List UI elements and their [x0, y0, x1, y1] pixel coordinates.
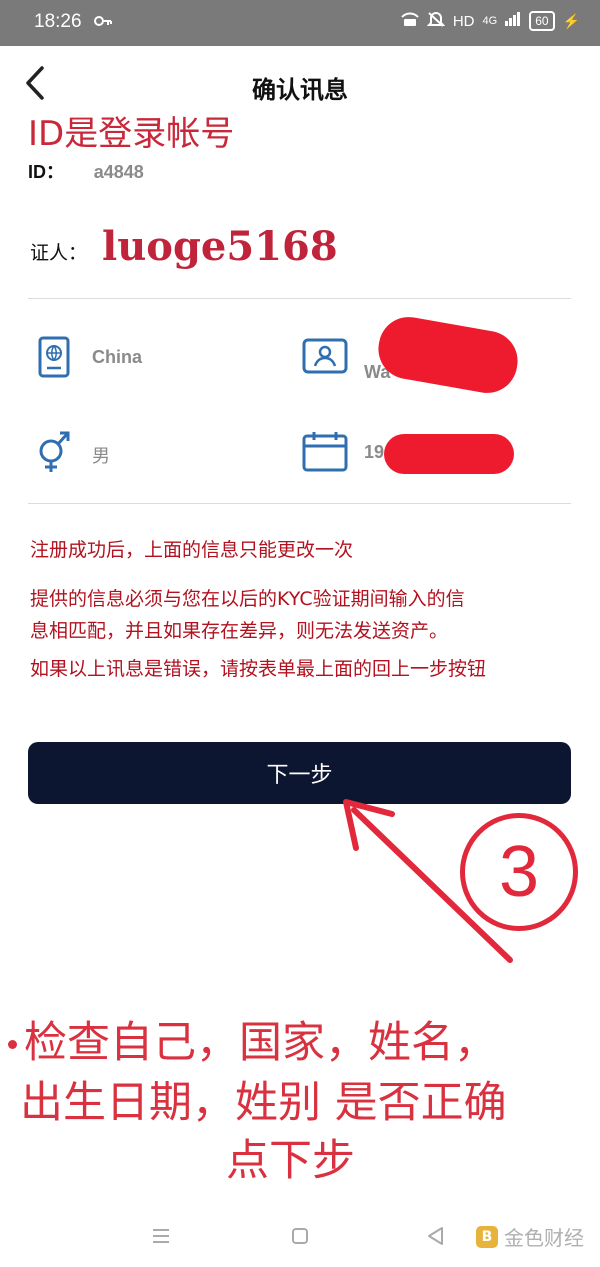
divider — [28, 503, 571, 504]
redaction-mark — [384, 434, 514, 474]
witness-value: luoge5168 — [102, 223, 338, 270]
step-number-badge: 3 — [460, 813, 578, 931]
annotation-id-note: ID是登录帐号 — [28, 114, 235, 154]
battery-level: 60 — [529, 11, 555, 31]
status-icons: HD 4G 60 ⚡ — [401, 11, 580, 31]
vpn-icon — [401, 11, 419, 31]
network-type: HD — [452, 12, 475, 30]
annotation-line: 点下步 — [226, 1136, 355, 1186]
key-icon — [94, 15, 112, 31]
status-time: 18:26 — [34, 11, 82, 32]
back-nav-icon[interactable] — [426, 1225, 446, 1247]
annotation-line: 检查自己，国家，姓名， — [24, 1018, 497, 1068]
mute-icon — [426, 11, 446, 31]
gender-value: 男 — [92, 446, 110, 466]
passport-icon — [38, 336, 70, 382]
redaction-mark — [373, 312, 523, 398]
watermark: B 金色财经 — [476, 1222, 584, 1251]
annotation-line: 出生日期，姓别 是否正确 — [20, 1078, 507, 1128]
birth-value: 19 — [364, 442, 385, 462]
divider — [28, 298, 571, 299]
country-value: China — [92, 347, 143, 367]
annotation-dot — [8, 1040, 17, 1049]
home-icon[interactable] — [290, 1226, 310, 1246]
id-row: ID： a4848 — [28, 158, 144, 184]
watermark-logo-icon: B — [476, 1225, 498, 1248]
watermark-text: 金色财经 — [504, 1226, 584, 1250]
notice-text: 如果以上讯息是错误，请按表单最上面的回上一步按钮 — [30, 658, 487, 680]
calendar-icon — [302, 430, 348, 476]
gender-icon — [36, 430, 72, 478]
notice-text: 息相匹配，并且如果存在差异，则无法发送资产。 — [30, 620, 449, 642]
notice-text: 提供的信息必须与您在以后的KYC验证期间输入的信 — [30, 588, 465, 610]
id-card-icon — [302, 338, 348, 378]
id-value: a4848 — [93, 162, 144, 182]
menu-icon[interactable] — [151, 1226, 171, 1246]
page-title: 确认讯息 — [252, 76, 348, 104]
signal-icon — [505, 12, 521, 30]
signal-type: 4G — [482, 15, 498, 27]
witness-label: 证人： — [30, 242, 88, 264]
charging-icon: ⚡ — [562, 12, 580, 29]
status-bar: 18:26 HD 4G 60 ⚡ — [0, 0, 600, 46]
id-label: ID： — [28, 162, 64, 182]
notice-text: 注册成功后，上面的信息只能更改一次 — [30, 539, 354, 561]
